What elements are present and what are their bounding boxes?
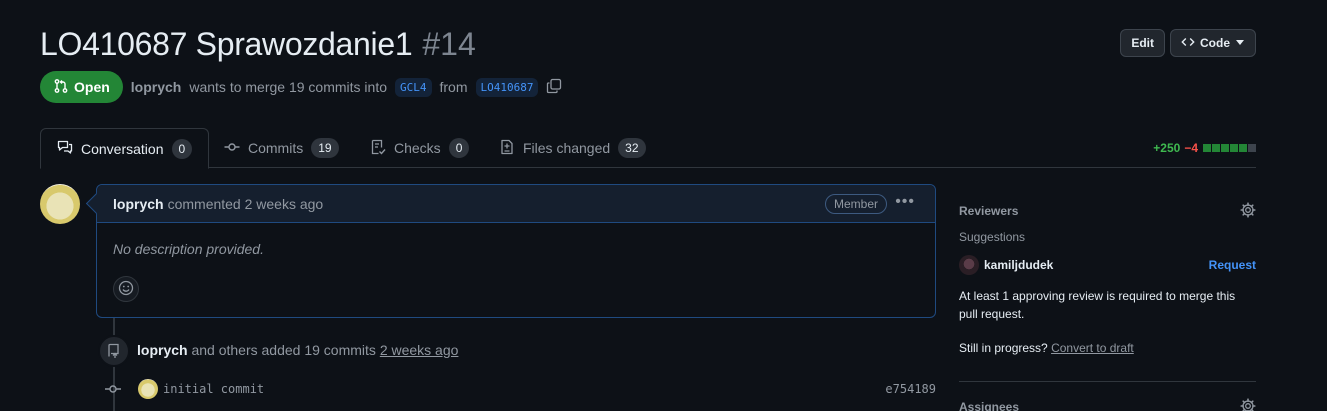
commit-message[interactable]: initial commit <box>163 382 264 396</box>
tab-files-changed-count: 32 <box>618 138 646 158</box>
suggested-reviewer: kamiljdudek Request <box>959 255 1256 275</box>
commit-author-avatar[interactable] <box>138 379 158 399</box>
diffstat-deletions: −4 <box>1184 141 1198 155</box>
commit-row: initial commit e754189 <box>104 378 936 400</box>
pr-number: #14 <box>422 26 476 62</box>
tab-files-changed[interactable]: Files changed 32 <box>483 128 662 168</box>
code-button-label: Code <box>1200 36 1230 50</box>
assignees-heading[interactable]: Assignees <box>959 400 1019 411</box>
comment-meta[interactable]: commented 2 weeks ago <box>168 196 324 212</box>
pr-author-link[interactable]: loprych <box>131 79 182 95</box>
diffstat-block <box>1203 144 1211 152</box>
base-branch[interactable]: GCL4 <box>395 77 432 97</box>
reviewer-avatar[interactable] <box>959 255 979 275</box>
merge-text: wants to merge 19 commits into <box>189 79 387 95</box>
diffstat[interactable]: +250 −4 <box>1153 141 1256 155</box>
comment-card: loprych commented 2 weeks ago Member •••… <box>96 184 936 318</box>
tab-checks-count: 0 <box>448 138 470 158</box>
file-diff-icon <box>499 139 515 158</box>
draft-note: Still in progress? Convert to draft <box>959 341 1134 355</box>
diffstat-blocks <box>1202 144 1256 152</box>
tab-commits[interactable]: Commits 19 <box>208 128 355 168</box>
state-badge-label: Open <box>74 79 110 95</box>
git-pull-request-icon <box>53 78 69 97</box>
pr-state-row: Open loprych wants to merge 19 commits i… <box>40 71 562 103</box>
author-avatar[interactable] <box>40 184 80 224</box>
code-icon <box>1181 35 1195 52</box>
tab-checks[interactable]: Checks 0 <box>354 128 485 168</box>
draft-note-prefix: Still in progress? <box>959 341 1048 355</box>
diffstat-block <box>1248 144 1256 152</box>
reviewer-name[interactable]: kamiljdudek <box>984 258 1053 272</box>
kebab-horizontal-icon[interactable]: ••• <box>895 193 915 211</box>
diffstat-block <box>1212 144 1220 152</box>
suggestions-label: Suggestions <box>959 230 1026 244</box>
member-badge: Member <box>824 194 887 214</box>
comment-author[interactable]: loprych <box>113 196 164 212</box>
code-button[interactable]: Code <box>1170 29 1256 57</box>
diffstat-block <box>1230 144 1238 152</box>
copy-icon[interactable] <box>546 78 562 97</box>
from-text: from <box>439 79 468 95</box>
tab-conversation[interactable]: Conversation 0 <box>40 128 210 169</box>
sidebar-divider <box>959 381 1256 382</box>
edit-button[interactable]: Edit <box>1120 29 1165 57</box>
diffstat-additions: +250 <box>1153 141 1181 155</box>
checklist-icon <box>370 139 386 158</box>
event-author[interactable]: loprych <box>137 342 188 358</box>
tab-conversation-count: 0 <box>171 138 193 159</box>
convert-to-draft-link[interactable]: Convert to draft <box>1051 341 1134 355</box>
reviewers-heading[interactable]: Reviewers <box>959 204 1018 218</box>
pr-title: LO410687 Sprawozdanie1 <box>40 26 413 62</box>
diffstat-block <box>1221 144 1229 152</box>
header-actions: Edit Code <box>1120 29 1256 57</box>
commit-sha[interactable]: e754189 <box>885 382 936 396</box>
head-branch[interactable]: LO410687 <box>475 77 539 97</box>
tab-conversation-label: Conversation <box>81 140 164 157</box>
request-review-button[interactable]: Request <box>1209 258 1256 272</box>
triangle-down-icon <box>1235 36 1245 50</box>
git-commit-icon <box>224 139 240 158</box>
commits-added-event: loprych and others added 19 commits 2 we… <box>137 342 458 358</box>
pr-title-row: LO410687 Sprawozdanie1 #14 <box>40 26 476 63</box>
edit-button-label: Edit <box>1131 36 1154 50</box>
event-text: and others added 19 commits <box>191 342 376 358</box>
tab-commits-label: Commits <box>248 140 304 156</box>
comment-header: loprych commented 2 weeks ago Member ••• <box>97 185 935 223</box>
tab-commits-count: 19 <box>311 138 339 158</box>
comment-discussion-icon <box>57 139 73 158</box>
tab-files-changed-label: Files changed <box>523 140 611 156</box>
smiley-icon <box>118 280 134 299</box>
repo-push-icon <box>98 335 130 367</box>
add-reaction-button[interactable] <box>113 276 139 302</box>
review-requirement-note: At least 1 approving review is required … <box>959 289 1236 321</box>
state-badge: Open <box>40 71 123 103</box>
git-commit-icon <box>104 381 122 400</box>
event-time[interactable]: 2 weeks ago <box>380 342 459 358</box>
diffstat-block <box>1239 144 1247 152</box>
gear-icon[interactable] <box>1240 398 1256 411</box>
pr-tabs: Conversation 0 Commits 19 Checks 0 Files… <box>40 128 1256 169</box>
gear-icon[interactable] <box>1240 202 1256 221</box>
comment-body: No description provided. <box>113 241 264 257</box>
tab-checks-label: Checks <box>394 140 441 156</box>
